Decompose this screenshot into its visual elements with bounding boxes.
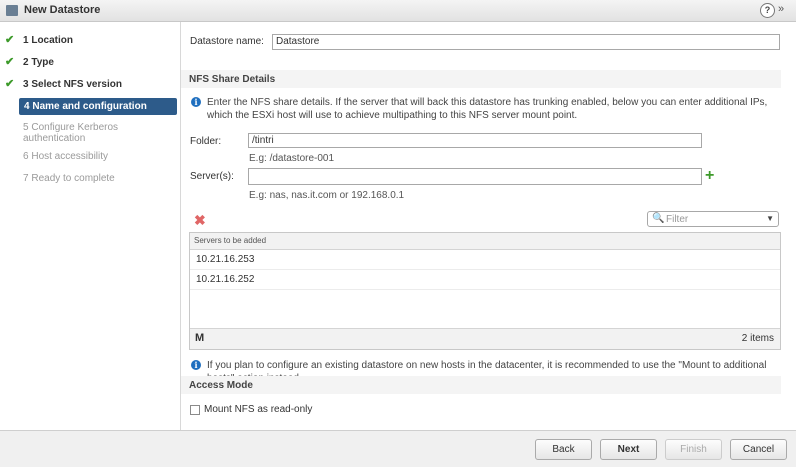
step-number: 1 (23, 35, 29, 46)
info-icon: i (191, 97, 201, 107)
step-label: Configure Kerberos authentication (23, 122, 119, 144)
servers-hint: E.g: nas, nas.it.com or 192.168.0.1 (249, 190, 405, 201)
step-host-accessibility: 6 Host accessibility (0, 148, 178, 165)
step-name-and-configuration[interactable]: 4 Name and configuration (19, 98, 177, 115)
filter-placeholder: Filter (666, 214, 689, 225)
step-type[interactable]: ✔ 2 Type (0, 54, 178, 71)
nfs-info-text: Enter the NFS share details. If the serv… (207, 97, 768, 121)
datastore-name-input[interactable]: Datastore (272, 34, 780, 50)
step-number: 6 (23, 151, 29, 162)
wizard-steps: ✔ 1 Location ✔ 2 Type ✔ 3 Select NFS ver… (0, 22, 181, 430)
cancel-button[interactable]: Cancel (730, 439, 787, 460)
step-label: Host accessibility (31, 151, 109, 162)
info-icon: i (191, 360, 201, 370)
wizard-footer: Back Next Finish Cancel (0, 430, 796, 467)
expand-icon[interactable]: » (778, 3, 784, 15)
step-select-nfs-version[interactable]: ✔ 3 Select NFS version (0, 76, 178, 93)
finish-button[interactable]: Finish (665, 439, 722, 460)
readonly-label: Mount NFS as read-only (204, 404, 313, 415)
table-row[interactable]: 10.21.16.252 (190, 270, 780, 290)
step-label: Ready to complete (31, 173, 115, 184)
readonly-checkbox[interactable] (190, 405, 200, 415)
check-icon: ✔ (5, 78, 15, 90)
step-label: Name and configuration (32, 101, 147, 112)
title-bar: New Datastore ? » (0, 0, 796, 22)
access-mode-header: Access Mode (181, 376, 781, 394)
window-title: New Datastore (24, 4, 101, 16)
binoculars-icon[interactable]: M (195, 332, 204, 344)
main-panel: Datastore name: Datastore NFS Share Deta… (181, 22, 796, 430)
step-number: 3 (23, 79, 29, 90)
step-number: 4 (24, 101, 30, 112)
check-icon: ✔ (5, 34, 15, 46)
table-row[interactable]: 10.21.16.253 (190, 250, 780, 270)
chevron-down-icon[interactable]: ▼ (766, 214, 774, 223)
servers-label: Server(s): (190, 171, 234, 182)
add-server-icon[interactable]: + (705, 168, 714, 184)
nfs-share-details-header: NFS Share Details (181, 70, 781, 88)
server-ip: 10.21.16.252 (196, 274, 255, 285)
filter-input[interactable]: 🔍 Filter ▼ (647, 211, 779, 227)
section-title: Access Mode (189, 380, 253, 391)
help-icon[interactable]: ? (760, 3, 775, 18)
search-icon: 🔍 (652, 213, 665, 224)
step-number: 2 (23, 57, 29, 68)
next-button[interactable]: Next (600, 439, 657, 460)
folder-label: Folder: (190, 136, 222, 147)
step-configure-kerberos: 5 Configure Kerberos authentication (0, 119, 178, 144)
step-label: Location (31, 35, 74, 46)
table-header: Servers to be added (190, 233, 780, 250)
folder-input[interactable]: /tintri (248, 133, 702, 148)
folder-hint: E.g: /datastore-001 (249, 153, 335, 164)
servers-table: Servers to be added 10.21.16.253 10.21.1… (189, 232, 781, 350)
step-number: 5 (23, 122, 29, 133)
step-label: Select NFS version (31, 79, 122, 90)
step-label: Type (31, 57, 54, 68)
servers-input[interactable] (248, 168, 702, 185)
column-header: Servers to be added (194, 236, 267, 245)
remove-server-icon[interactable]: ✖ (194, 212, 206, 229)
step-ready-to-complete: 7 Ready to complete (0, 170, 178, 187)
check-icon: ✔ (5, 56, 15, 68)
datastore-name-label: Datastore name: (190, 36, 264, 47)
server-ip: 10.21.16.253 (196, 254, 255, 265)
datastore-icon (6, 5, 18, 16)
table-footer: M 2 items (190, 328, 780, 349)
section-title: NFS Share Details (189, 74, 276, 85)
step-number: 7 (23, 173, 29, 184)
step-location[interactable]: ✔ 1 Location (0, 32, 178, 49)
item-count: 2 items (741, 333, 774, 344)
back-button[interactable]: Back (535, 439, 592, 460)
